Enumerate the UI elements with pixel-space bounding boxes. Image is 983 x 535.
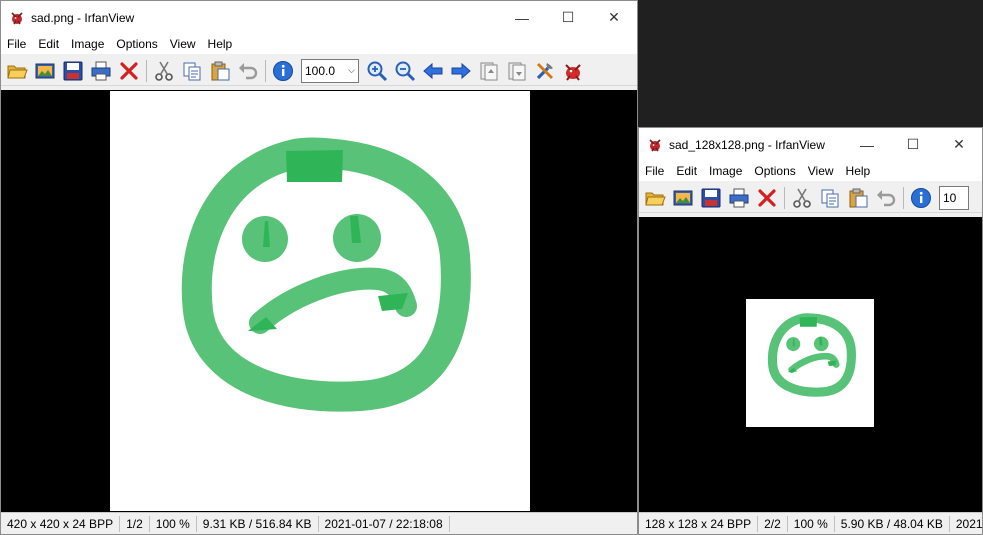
status-index: 1/2: [120, 515, 150, 532]
last-page-icon[interactable]: [503, 57, 531, 85]
print-icon[interactable]: [87, 57, 115, 85]
close-button[interactable]: ✕: [936, 128, 982, 161]
menu-bar: File Edit Image Options View Help: [1, 34, 637, 54]
zoom-out-icon[interactable]: [391, 57, 419, 85]
maximize-button[interactable]: ☐: [890, 128, 936, 161]
cut-icon[interactable]: [150, 57, 178, 85]
minimize-button[interactable]: —: [844, 128, 890, 161]
paste-icon[interactable]: [206, 57, 234, 85]
menu-help[interactable]: Help: [202, 37, 239, 51]
title-bar[interactable]: sad.png - IrfanView — ☐ ✕: [1, 1, 637, 34]
status-index: 2/2: [758, 515, 788, 532]
maximize-button[interactable]: ☐: [545, 1, 591, 34]
irfanview-logo-icon[interactable]: [559, 57, 587, 85]
status-datetime: 2021-01-07 / 22:18:08: [319, 515, 450, 532]
zoom-value: 100.0: [305, 63, 336, 78]
menu-options[interactable]: Options: [110, 37, 163, 51]
save-icon[interactable]: [59, 57, 87, 85]
irfanview-main-window: sad.png - IrfanView — ☐ ✕ File Edit Imag…: [0, 0, 638, 535]
copy-icon[interactable]: [178, 57, 206, 85]
menu-bar: File Edit Image Options View Help: [639, 161, 982, 181]
toolbar: 100.0 ⌵: [1, 56, 637, 86]
image-viewport[interactable]: [639, 217, 982, 512]
zoom-select[interactable]: 100.0 ⌵: [301, 58, 359, 83]
status-zoom: 100 %: [788, 515, 835, 532]
save-icon[interactable]: [697, 184, 725, 212]
irfanview-logo-icon: [9, 10, 25, 26]
copy-icon[interactable]: [816, 184, 844, 212]
zoom-value: 10: [943, 190, 957, 205]
status-dimensions: 128 x 128 x 24 BPP: [639, 515, 759, 532]
next-icon[interactable]: [447, 57, 475, 85]
zoom-in-icon[interactable]: [363, 57, 391, 85]
window-title: sad.png - IrfanView: [31, 10, 135, 25]
cut-icon[interactable]: [788, 184, 816, 212]
undo-icon[interactable]: [234, 57, 262, 85]
irfanview-logo-icon: [647, 137, 663, 153]
status-bar: 420 x 420 x 24 BPP 1/2 100 % 9.31 KB / 5…: [1, 512, 637, 534]
menu-view[interactable]: View: [802, 164, 840, 178]
menu-view[interactable]: View: [164, 37, 202, 51]
info-icon[interactable]: [907, 184, 935, 212]
image-viewport[interactable]: [1, 90, 637, 512]
undo-icon[interactable]: [872, 184, 900, 212]
menu-image[interactable]: Image: [65, 37, 110, 51]
image-canvas: [110, 91, 530, 511]
status-dimensions: 420 x 420 x 24 BPP: [1, 515, 121, 532]
menu-edit[interactable]: Edit: [32, 37, 65, 51]
menu-image[interactable]: Image: [703, 164, 748, 178]
status-filesize: 5.90 KB / 48.04 KB: [835, 515, 950, 532]
status-zoom: 100 %: [150, 515, 197, 532]
menu-edit[interactable]: Edit: [670, 164, 703, 178]
title-bar[interactable]: sad_128x128.png - IrfanView — ☐ ✕: [639, 128, 982, 161]
paste-icon[interactable]: [844, 184, 872, 212]
slideshow-icon[interactable]: [31, 57, 59, 85]
status-filesize: 9.31 KB / 516.84 KB: [197, 515, 319, 532]
delete-icon[interactable]: [115, 57, 143, 85]
chevron-down-icon: ⌵: [348, 65, 355, 75]
previous-icon[interactable]: [419, 57, 447, 85]
menu-file[interactable]: File: [1, 37, 32, 51]
window-title: sad_128x128.png - IrfanView: [669, 137, 825, 152]
minimize-button[interactable]: —: [499, 1, 545, 34]
print-icon[interactable]: [725, 184, 753, 212]
image-canvas: [746, 299, 874, 427]
properties-icon[interactable]: [531, 57, 559, 85]
open-icon[interactable]: [641, 184, 669, 212]
first-page-icon[interactable]: [475, 57, 503, 85]
zoom-select[interactable]: 10: [939, 185, 969, 210]
info-icon[interactable]: [269, 57, 297, 85]
status-bar: 128 x 128 x 24 BPP 2/2 100 % 5.90 KB / 4…: [639, 512, 982, 534]
menu-options[interactable]: Options: [748, 164, 801, 178]
slideshow-icon[interactable]: [669, 184, 697, 212]
close-button[interactable]: ✕: [591, 1, 637, 34]
menu-file[interactable]: File: [639, 164, 670, 178]
irfanview-second-window: sad_128x128.png - IrfanView — ☐ ✕ File E…: [638, 127, 983, 535]
status-datetime: 2021-0: [950, 516, 982, 532]
open-icon[interactable]: [3, 57, 31, 85]
toolbar: 10: [639, 183, 982, 213]
menu-help[interactable]: Help: [840, 164, 877, 178]
delete-icon[interactable]: [753, 184, 781, 212]
